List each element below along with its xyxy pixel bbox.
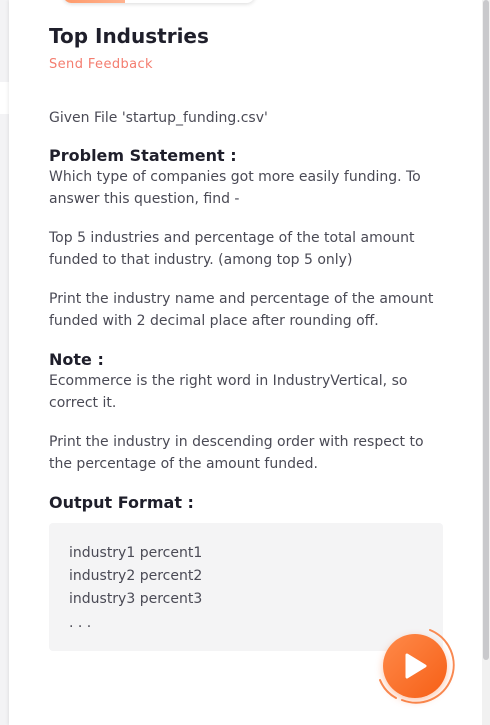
output-format-heading: Output Format : <box>49 493 194 512</box>
task-line-1: Top 5 industries and percentage of the t… <box>49 230 415 246</box>
scrollbar-thumb[interactable] <box>483 0 489 660</box>
scrollbar[interactable] <box>482 0 490 725</box>
note-line-1: Ecommerce is the right word in IndustryV… <box>49 373 408 389</box>
given-file-text: Given File 'startup_funding.csv' <box>49 110 268 126</box>
run-button[interactable] <box>383 634 447 698</box>
run-button-wrapper[interactable] <box>372 622 456 706</box>
code-line: industry2 percent2 <box>69 568 203 584</box>
code-line: . . . <box>69 615 92 631</box>
note-heading: Note : <box>49 350 104 369</box>
print-line-2: funded with 2 decimal place after roundi… <box>49 313 379 329</box>
left-edge-band <box>0 82 9 114</box>
left-edge <box>0 0 9 725</box>
note-line-2: correct it. <box>49 395 117 411</box>
problem-statement-heading: Problem Statement : <box>49 146 237 165</box>
print-line-1: Print the industry name and percentage o… <box>49 291 434 307</box>
problem-statement-line-1: Which type of companies got more easily … <box>49 169 421 185</box>
code-line: industry3 percent3 <box>69 591 203 607</box>
play-icon <box>405 653 427 679</box>
order-line-1: Print the industry in descending order w… <box>49 434 424 450</box>
order-line-2: the percentage of the amount funded. <box>49 456 318 472</box>
send-feedback-link[interactable]: Send Feedback <box>49 57 153 72</box>
code-line: industry1 percent1 <box>69 545 203 561</box>
top-progress-pill <box>63 0 255 3</box>
task-line-2: funded to that industry. (among top 5 on… <box>49 252 353 268</box>
top-progress-fill <box>63 0 125 3</box>
problem-title: Top Industries <box>49 24 209 48</box>
problem-statement-line-2: answer this question, find - <box>49 191 240 207</box>
